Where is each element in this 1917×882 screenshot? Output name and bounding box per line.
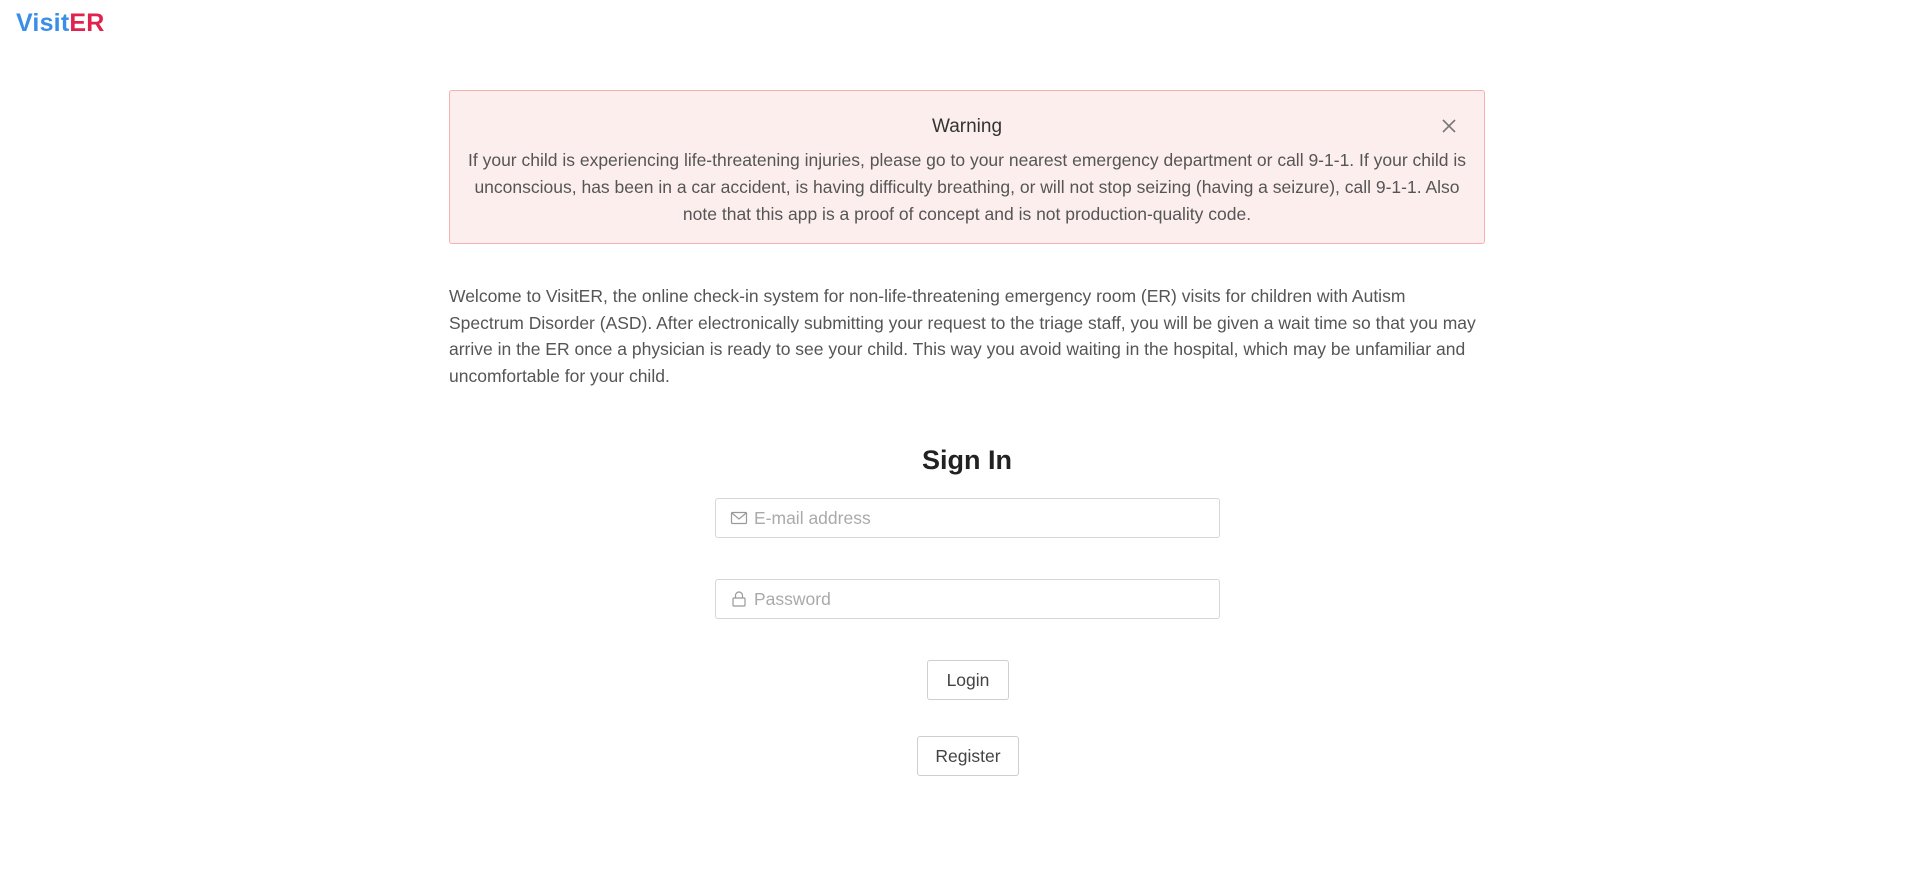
warning-alert: Warning If your child is experiencing li… [449,90,1485,244]
logo-visit-text: Visit [16,9,70,37]
logo-er-text: ER [69,9,105,37]
welcome-text: Welcome to VisitER, the online check-in … [449,286,1476,386]
password-input[interactable] [754,588,1194,610]
sign-in-heading: Sign In [922,445,1012,475]
login-button[interactable]: Login [927,660,1009,700]
lock-icon [732,591,746,607]
register-button[interactable]: Register [917,736,1019,776]
mail-icon [730,511,748,525]
password-field[interactable] [715,579,1220,619]
email-input[interactable] [754,507,1194,529]
page: VisitER Warning If your child is experie… [0,0,1917,882]
warning-message: If your child is experiencing life-threa… [468,150,1467,224]
email-field[interactable] [715,498,1220,538]
warning-title: Warning [931,116,1003,137]
app-logo[interactable]: VisitER [16,8,104,38]
close-icon[interactable] [1440,117,1458,135]
